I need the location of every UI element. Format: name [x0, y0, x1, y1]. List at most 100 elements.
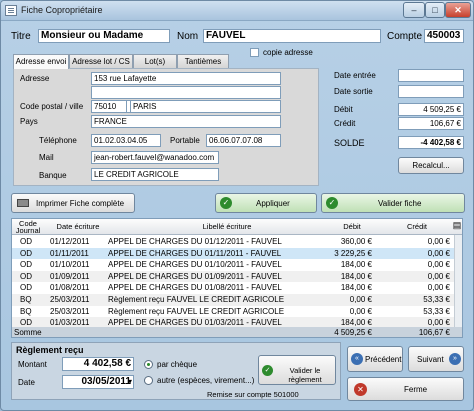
printer-icon [17, 199, 29, 207]
cell-code-journal: OD [20, 248, 32, 258]
valider-reglement-label: Valider le règlement [288, 366, 322, 384]
par-cheque-label: par chèque [157, 360, 198, 369]
cell-debit: 0,00 € [349, 306, 372, 316]
minimize-button[interactable]: – [403, 2, 425, 18]
solde-field: -4 402,58 € [398, 136, 464, 149]
check-icon: ✓ [262, 365, 273, 376]
copie-adresse-checkbox[interactable] [250, 48, 259, 57]
imprimer-button[interactable]: Imprimer Fiche complète [11, 193, 135, 213]
appliquer-label: Appliquer [256, 199, 290, 208]
cell-credit: 53,33 € [423, 306, 450, 316]
cell-credit: 0,00 € [427, 248, 450, 258]
table-row[interactable]: OD 01/11/2011 APPEL DE CHARGES DU 01/11/20… [12, 247, 462, 260]
pays-label: Pays [20, 117, 38, 126]
col-date-ecriture[interactable]: Date écriture [48, 223, 108, 231]
recalcul-button[interactable]: Recalcul... [398, 157, 464, 174]
compte-field[interactable]: 450003 [424, 29, 464, 43]
somme-label: Somme [14, 328, 42, 337]
ferme-button[interactable]: ✕ Ferme [347, 377, 464, 401]
suivant-button[interactable]: Suivant » [408, 346, 464, 372]
tab-adresse-lot[interactable]: Adresse lot / CS [69, 54, 133, 68]
cell-debit: 0,00 € [349, 295, 372, 304]
table-row[interactable]: BQ 25/03/2011 Règlement reçu FAUVEL LE CRE… [12, 306, 462, 318]
col-debit[interactable]: Débit [332, 223, 372, 231]
debit-total-field: 4 509,25 € [398, 103, 464, 116]
valider-reglement-button[interactable]: ✓ Valider le règlement [258, 355, 336, 385]
cell-date: 01/08/2011 [50, 283, 90, 293]
nom-field[interactable]: FAUVEL [203, 29, 381, 43]
date-sortie-field[interactable] [398, 85, 464, 98]
adresse-line2-field[interactable] [91, 86, 281, 99]
mail-label: Mail [39, 153, 54, 162]
forward-icon: » [449, 353, 461, 365]
remise-label: Remise sur compte 501000 [207, 390, 299, 399]
cell-code-journal: BQ [20, 295, 32, 304]
calendar-dropdown-icon[interactable]: ▾ [128, 377, 132, 386]
date-sortie-label: Date sortie [334, 87, 373, 96]
table-row[interactable]: OD 01/12/2011 APPEL DE CHARGES DU 01/12/20… [12, 236, 462, 248]
cell-credit: 53,33 € [423, 295, 450, 304]
cp-ville-label: Code postal / ville [20, 102, 84, 111]
cell-libelle: APPEL DE CHARGES DU 01/11/2011 - FAUVEL [108, 248, 282, 258]
suivant-label: Suivant [417, 355, 444, 364]
cell-credit: 0,00 € [427, 237, 450, 246]
cell-date: 01/09/2011 [50, 271, 90, 281]
valider-fiche-button[interactable]: ✓ Valider fiche [321, 193, 465, 213]
reglement-title: Règlement reçu [16, 345, 84, 355]
precedent-label: Précédent [365, 355, 402, 364]
precedent-button[interactable]: « Précédent [347, 346, 403, 372]
cell-date: 01/10/2011 [50, 260, 90, 270]
portable-field[interactable]: 06.06.07.07.08 [206, 134, 281, 147]
col-libelle[interactable]: Libellé écriture [152, 223, 302, 231]
main-window: Fiche Copropriétaire – □ ✕ Titre Monsieu… [0, 0, 474, 411]
mail-field[interactable]: jean-robert.fauvel@wanadoo.com [91, 151, 219, 164]
par-cheque-radio[interactable] [144, 360, 153, 369]
table-row[interactable]: BQ 25/03/2011 Règlement reçu FAUVEL LE CRE… [12, 294, 462, 306]
credit-total-field: 106,67 € [398, 117, 464, 130]
date-entree-label: Date entrée [334, 71, 376, 80]
tab-tantiemes[interactable]: Tantièmes [177, 54, 229, 68]
cell-libelle: APPEL DE CHARGES DU 01/09/2011 - FAUVEL [108, 271, 282, 281]
cell-credit: 0,00 € [427, 283, 450, 293]
close-icon: ✕ [354, 383, 367, 396]
montant-label: Montant [18, 360, 47, 369]
pays-field[interactable]: FRANCE [91, 115, 281, 128]
telephone-field[interactable]: 01.02.03.04.05 [91, 134, 161, 147]
titre-label: Titre [11, 31, 31, 42]
cell-code-journal: OD [20, 271, 32, 281]
banque-field[interactable]: LE CREDIT AGRICOLE [91, 168, 219, 181]
appliquer-button[interactable]: ✓ Appliquer [215, 193, 317, 213]
montant-field[interactable]: 4 402,58 € [62, 357, 134, 371]
close-button[interactable]: ✕ [445, 2, 471, 18]
banque-label: Banque [39, 171, 67, 180]
table-row[interactable]: OD 01/08/2011 APPEL DE CHARGES DU 01/08/20… [12, 282, 462, 294]
cell-debit: 184,00 € [340, 283, 372, 293]
document-icon [5, 5, 17, 16]
cell-debit: 360,00 € [340, 237, 372, 246]
ville-field[interactable]: PARIS [130, 100, 281, 113]
autre-radio[interactable] [144, 376, 153, 385]
rewind-icon: « [351, 353, 363, 365]
debit-label: Débit [334, 105, 353, 114]
table-row[interactable]: OD 01/10/2011 APPEL DE CHARGES DU 01/10/20… [12, 259, 462, 271]
check-icon: ✓ [326, 197, 338, 209]
col-code-journal[interactable]: Code Journal [14, 220, 42, 235]
col-credit[interactable]: Crédit [397, 223, 437, 231]
column-chooser-icon[interactable]: ▤ [452, 221, 462, 230]
tab-adresse-envoi[interactable]: Adresse envoi [13, 54, 69, 69]
titre-field[interactable]: Monsieur ou Madame [38, 29, 170, 43]
cell-debit: 3 229,25 € [334, 248, 372, 258]
cell-code-journal: BQ [20, 306, 32, 316]
tab-lots[interactable]: Lot(s) [133, 54, 177, 68]
vertical-scrollbar[interactable] [454, 235, 462, 327]
maximize-button[interactable]: □ [425, 2, 445, 18]
ferme-label: Ferme [404, 385, 428, 394]
adresse-line1-field[interactable]: 153 rue Lafayette [91, 72, 281, 85]
cell-debit: 184,00 € [340, 260, 372, 270]
nom-label: Nom [177, 31, 199, 42]
code-postal-field[interactable]: 75010 [91, 100, 127, 113]
date-reglement-field[interactable]: 03/05/2011 [62, 375, 134, 389]
date-entree-field[interactable] [398, 69, 464, 82]
cell-libelle: APPEL DE CHARGES DU 01/10/2011 - FAUVEL [108, 260, 282, 270]
table-row[interactable]: OD 01/09/2011 APPEL DE CHARGES DU 01/09/20… [12, 270, 462, 283]
